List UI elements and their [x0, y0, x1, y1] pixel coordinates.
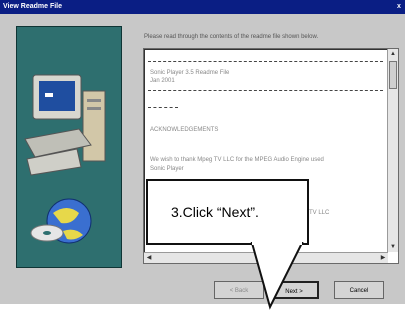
callout-pointer: [250, 241, 304, 310]
